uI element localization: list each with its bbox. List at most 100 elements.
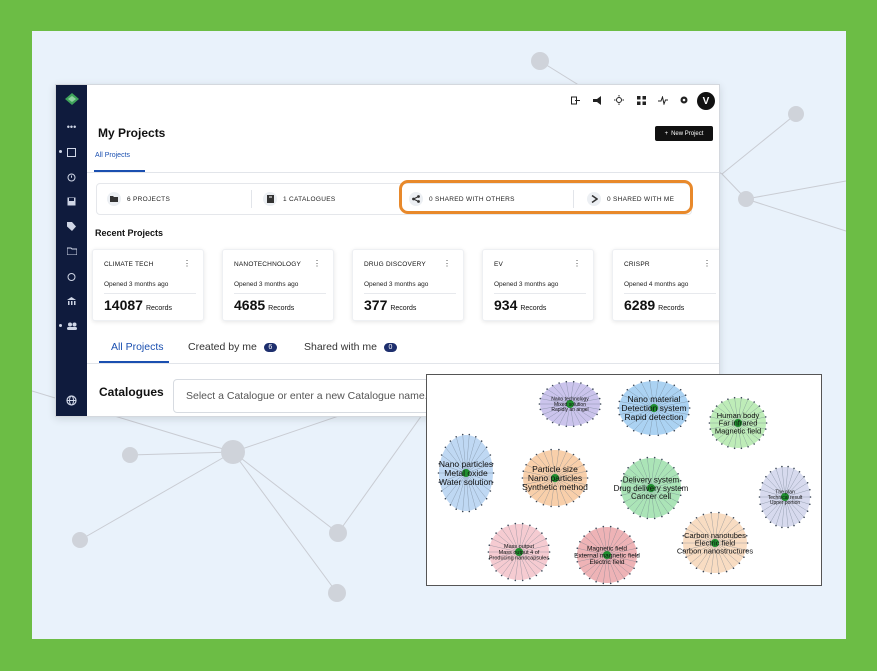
cluster-node — [542, 392, 544, 395]
cluster-node — [455, 436, 457, 438]
globe-icon[interactable] — [56, 393, 87, 407]
cluster-node — [732, 567, 735, 569]
cluster-node — [535, 574, 538, 577]
users-icon[interactable] — [56, 319, 87, 333]
count-badge: 0 — [383, 342, 397, 352]
kebab-menu-icon[interactable]: ⋮ — [443, 259, 451, 268]
new-project-button[interactable]: + New Project — [655, 126, 713, 141]
avatar[interactable]: V — [697, 92, 715, 110]
card-name: EV — [494, 261, 504, 268]
activity-icon[interactable] — [656, 93, 670, 107]
cluster-1: Nano technologyMixed solutionRapidly an … — [538, 380, 602, 428]
stat-catalogues[interactable]: 1 CATALOGUES — [263, 184, 335, 214]
tab-created-by-me-label: Created by me — [188, 341, 257, 353]
tab-created-by-me[interactable]: Created by me 6 — [188, 341, 277, 353]
record-count: 6289 — [624, 297, 656, 313]
cluster-node — [632, 462, 635, 464]
stat-projects[interactable]: 6 PROJECTS — [107, 184, 170, 214]
cluster-node — [721, 401, 723, 403]
records-label: Records — [520, 305, 547, 312]
cluster-label: Synthetic method — [522, 482, 588, 492]
card-name: CRISPR — [624, 261, 650, 268]
cluster-node — [738, 521, 741, 524]
cluster-node — [709, 428, 712, 430]
cluster-node — [598, 408, 601, 411]
alarm-icon[interactable] — [56, 269, 87, 283]
cluster-node — [521, 579, 524, 582]
cluster-node — [702, 513, 705, 516]
project-card-nanotechnology[interactable]: NANOTECHNOLOGY ⋮ Opened 3 months ago 468… — [222, 249, 334, 321]
cluster-node — [626, 388, 629, 391]
cluster-node — [500, 574, 503, 577]
cluster-node — [679, 388, 682, 391]
subtab-all-projects[interactable]: All Projects — [95, 152, 130, 159]
records-label: Records — [390, 305, 417, 312]
record-count: 4685 — [234, 297, 266, 313]
kebab-menu-icon[interactable]: ⋮ — [703, 259, 711, 268]
logout-icon[interactable] — [568, 93, 582, 107]
cluster-node — [740, 396, 743, 399]
cluster-node — [550, 448, 552, 451]
cluster-node — [485, 497, 488, 500]
cluster-node — [761, 510, 764, 512]
folder-open-icon[interactable] — [56, 244, 87, 258]
cluster-node — [745, 534, 748, 537]
cluster-node — [653, 517, 656, 520]
tag-icon[interactable] — [56, 219, 87, 233]
folder-icon[interactable] — [56, 145, 87, 159]
project-card-drug-discovery[interactable]: DRUG DISCOVERY ⋮ Opened 3 months ago 377… — [352, 249, 464, 321]
tab-all-projects[interactable]: All Projects — [111, 341, 164, 353]
cluster-node — [803, 475, 805, 478]
app-window: ••• V My Projects + New Project All Proj… — [55, 84, 720, 417]
cluster-node — [572, 453, 575, 456]
cluster-node — [733, 396, 736, 399]
cluster-map: Nano technologyMixed solutionRapidly an … — [437, 379, 812, 585]
save-icon[interactable] — [56, 194, 87, 208]
card-name: DRUG DISCOVERY — [364, 261, 426, 268]
gear-icon[interactable] — [677, 93, 691, 107]
cluster-node — [529, 577, 531, 580]
cluster-node — [541, 532, 543, 534]
cluster-node — [677, 501, 679, 503]
cluster-6: Delivery systemDrug delivery systemCance… — [614, 456, 689, 520]
bank-icon[interactable] — [56, 294, 87, 308]
project-card-ev[interactable]: EV ⋮ Opened 3 months ago 934 Records — [482, 249, 594, 321]
cluster-node — [585, 470, 588, 472]
history-icon[interactable] — [56, 170, 87, 184]
cluster-node — [798, 471, 801, 473]
more-icon[interactable]: ••• — [56, 120, 87, 134]
cluster-node — [635, 547, 638, 549]
project-card-crispr[interactable]: CRISPR ⋮ Opened 4 months ago 6289 Records — [612, 249, 719, 321]
cluster-node — [621, 420, 624, 422]
tab-shared-with-me[interactable]: Shared with me 0 — [304, 341, 397, 353]
new-project-label: New Project — [671, 130, 704, 137]
cluster-node — [468, 510, 471, 513]
cluster-label: Upper portion — [770, 500, 801, 506]
kebab-menu-icon[interactable]: ⋮ — [183, 259, 191, 268]
sidebar: ••• — [56, 85, 87, 416]
cluster-node — [542, 450, 545, 453]
cluster-node — [565, 380, 568, 383]
cluster-node — [689, 521, 692, 524]
cluster-node — [677, 473, 679, 475]
cluster-node — [538, 403, 541, 405]
sun-icon[interactable] — [612, 93, 626, 107]
cluster-node — [753, 401, 755, 403]
cluster-node — [769, 521, 772, 523]
megaphone-icon[interactable] — [590, 93, 604, 107]
grid-icon[interactable] — [634, 93, 648, 107]
cluster-node — [775, 524, 777, 527]
logo-icon[interactable] — [56, 92, 87, 106]
catalogues-label: Catalogues — [99, 385, 164, 399]
kebab-menu-icon[interactable]: ⋮ — [573, 259, 581, 268]
cluster-node — [661, 515, 663, 518]
cluster-node — [733, 447, 736, 450]
cluster-node — [500, 527, 503, 530]
cluster-node — [627, 466, 629, 469]
project-card-climate-tech[interactable]: CLIMATE TECH ⋮ Opened 3 months ago 14087… — [92, 249, 204, 321]
cluster-node — [580, 424, 582, 426]
cluster-node — [710, 511, 712, 514]
cluster-node — [746, 542, 749, 544]
cluster-node — [806, 510, 809, 512]
kebab-menu-icon[interactable]: ⋮ — [313, 259, 321, 268]
